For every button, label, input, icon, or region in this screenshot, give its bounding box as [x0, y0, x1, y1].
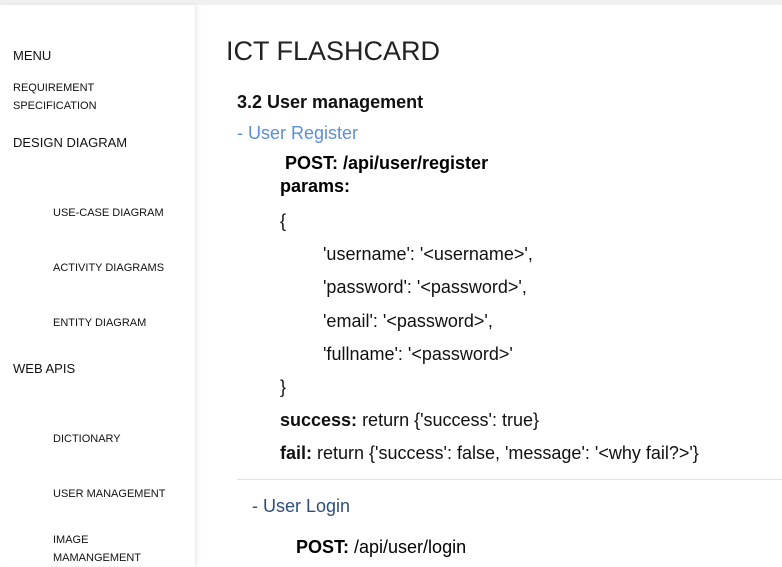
param-username: 'username': '<username>', [323, 244, 533, 264]
section-heading: 3.2 User management [237, 92, 424, 112]
login-post-path: /api/user/login [349, 537, 467, 557]
brace-close: } [280, 377, 287, 397]
param-email: 'email': '<password>', [323, 311, 493, 331]
sidebar-item-design-diagram[interactable]: DESIGN DIAGRAM [13, 134, 127, 152]
sidebar-item-activity-diagrams[interactable]: ACTIVITY DIAGRAMS [53, 259, 164, 277]
login-endpoint: POST: /api/user/login [296, 537, 466, 558]
sidebar-item-label: SPECIFICATION [13, 100, 97, 112]
sidebar-item-label: MAMANGEMENT [53, 552, 141, 564]
success-line: success: return {'success': true} [280, 410, 539, 431]
param-fullname: 'fullname': '<password>' [323, 344, 513, 364]
sidebar-item-requirement-specification[interactable]: REQUIREMENT SPECIFICATION [13, 79, 97, 115]
fail-label: fail: [280, 443, 313, 463]
sidebar-item-user-management[interactable]: USER MANAGEMENT [53, 485, 165, 503]
sidebar-item-dictionary[interactable]: DICTIONARY [53, 430, 121, 448]
fail-text: return {'success': false, 'message': '<w… [312, 443, 699, 463]
page-title: ICT FLASHCARD [226, 36, 441, 66]
user-login-link[interactable]: - User Login [252, 496, 350, 517]
sidebar-item-label: REQUIREMENT [13, 82, 95, 94]
brace-open: { [280, 211, 287, 231]
register-endpoint: POST: /api/user/register [285, 153, 489, 173]
sidebar-item-entity-diagram[interactable]: ENTITY DIAGRAM [53, 314, 146, 332]
main-content: ICT FLASHCARD 3.2 User management - User… [196, 5, 782, 566]
section-divider [237, 479, 782, 480]
fail-line: fail: return {'success': false, 'message… [280, 443, 699, 464]
login-post-label: POST: [296, 537, 350, 557]
success-label: success: [280, 410, 358, 430]
sidebar-item-image-management[interactable]: IMAGE MAMANGEMENT [53, 531, 141, 567]
success-text: return {'success': true} [357, 410, 540, 430]
sidebar-item-web-apis[interactable]: WEB APIS [13, 360, 75, 378]
user-register-link[interactable]: - User Register [237, 123, 358, 144]
param-password: 'password': '<password>', [323, 277, 527, 297]
sidebar: MENU REQUIREMENT SPECIFICATION DESIGN DI… [0, 5, 196, 566]
sidebar-item-use-case-diagram[interactable]: USE-CASE DIAGRAM [53, 204, 164, 222]
sidebar-item-label: IMAGE [53, 534, 89, 546]
params-label: params: [280, 176, 351, 196]
sidebar-menu-heading: MENU [13, 48, 52, 63]
